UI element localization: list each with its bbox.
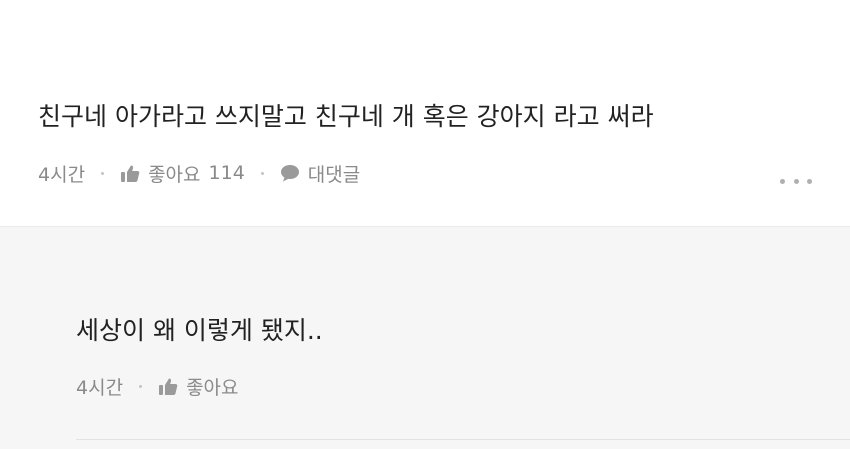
reply-like-button[interactable]: 좋아요 [158, 373, 239, 400]
reply-like-label: 좋아요 [186, 376, 239, 399]
separator-dot [139, 384, 143, 388]
more-dots-icon [780, 178, 785, 184]
reply-label: 대댓글 [307, 163, 361, 186]
like-count: 114 [208, 162, 245, 184]
reply-time: 4시간 [76, 376, 124, 399]
separator-dot [101, 171, 105, 175]
thumbs-up-icon [120, 164, 140, 183]
like-button[interactable]: 좋아요 114 [120, 160, 245, 187]
thumbs-up-icon [158, 377, 178, 396]
comment-text: 친구네 아가라고 쓰지말고 친구네 개 혹은 강아지 라고 써라 [38, 102, 654, 131]
speech-bubble-icon [280, 164, 300, 182]
comment-meta: 4시간 좋아요 114 대댓글 [38, 157, 360, 189]
comment-time: 4시간 [38, 163, 86, 186]
reply-text: 세상이 왜 이렇게 됐지.. [76, 316, 323, 345]
more-options-button[interactable] [776, 172, 816, 190]
reply-button[interactable]: 대댓글 [280, 160, 360, 187]
like-label: 좋아요 [148, 163, 201, 186]
divider [76, 439, 850, 440]
reply-meta: 4시간 좋아요 [76, 370, 239, 402]
separator-dot [260, 171, 264, 175]
